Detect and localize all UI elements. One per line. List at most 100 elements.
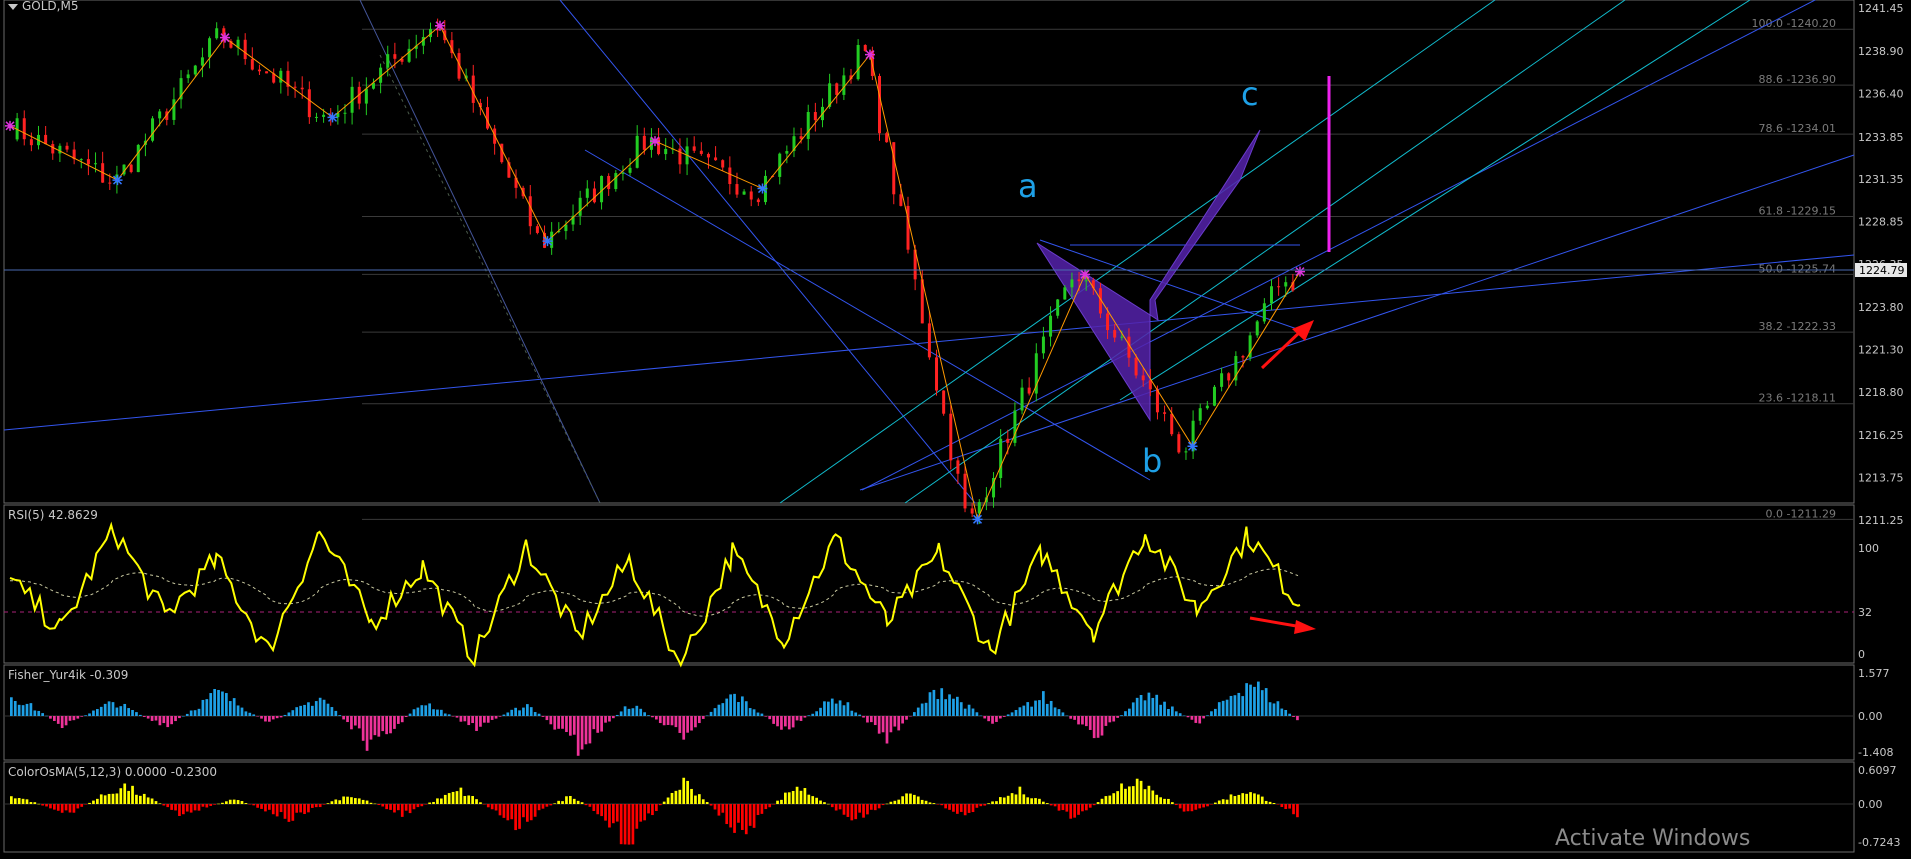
osma-bar — [553, 803, 557, 804]
osma-bar — [572, 798, 576, 804]
price-candle — [1220, 373, 1224, 387]
osma-bar — [651, 804, 654, 816]
fisher-bar — [440, 709, 443, 716]
osma-bar — [928, 802, 932, 804]
price-candle — [942, 390, 946, 414]
symbol-label[interactable]: GOLD,M5 — [8, 0, 78, 13]
fisher-bar — [666, 716, 670, 725]
osma-bar — [76, 804, 80, 809]
fisher-bar — [1116, 716, 1119, 718]
fibonacci-levels[interactable]: 100.0 -1240.20 88.6 -1236.90 78.6 -1234.01… — [362, 17, 1854, 520]
fisher-bar — [1171, 706, 1174, 716]
fisher-bar — [37, 710, 41, 716]
price-tick-label: 1223.80 — [1858, 301, 1904, 314]
fisher-bar — [1049, 700, 1053, 716]
fisher-bar — [115, 707, 119, 716]
osma-bar — [721, 804, 725, 813]
fisher-bar — [881, 716, 885, 733]
price-candle — [136, 144, 140, 173]
price-candle — [393, 54, 397, 59]
osma-bar — [643, 804, 646, 821]
osma-bar — [244, 803, 248, 804]
osma-bar — [53, 804, 56, 810]
osma-bar — [522, 804, 525, 818]
pivot-marker — [112, 175, 123, 186]
osma-bar — [576, 800, 580, 804]
fisher-bar — [318, 697, 322, 716]
osma-bar — [1260, 796, 1264, 804]
osma-bar — [1257, 794, 1260, 804]
price-tick-label: 1221.30 — [1858, 344, 1904, 357]
fisher-bar — [741, 696, 744, 716]
fisher-bar — [193, 710, 197, 716]
fisher-bar — [651, 716, 654, 718]
osma-bar — [948, 804, 951, 810]
fisher-bar — [494, 716, 498, 719]
osma-bar — [217, 803, 220, 805]
fisher-bar — [432, 709, 435, 716]
price-tick-label: 1241.45 — [1858, 2, 1904, 15]
osma-bar — [13, 798, 17, 804]
osma-bar — [1198, 804, 1202, 809]
fisher-bar — [631, 708, 635, 716]
fisher-bar — [760, 713, 764, 716]
fisher-bar — [373, 716, 377, 736]
fisher-bar — [1085, 716, 1088, 727]
fisher-bar — [1233, 695, 1237, 716]
osma-bar — [631, 804, 635, 845]
osma-bar — [1178, 804, 1182, 809]
osma-bar — [350, 797, 353, 804]
fisher-bar — [682, 716, 686, 740]
fisher-bar — [858, 714, 861, 716]
pivot-marker — [1080, 269, 1090, 280]
osma-bar — [1288, 804, 1291, 809]
rsi-down-arrow — [1249, 616, 1316, 634]
fib-level-label: 38.2 -1222.33 — [1759, 320, 1836, 333]
fisher-bar — [185, 713, 189, 716]
price-candle — [257, 69, 261, 72]
price-candle — [1269, 286, 1273, 304]
price-candle — [935, 357, 939, 391]
osma-bar — [338, 800, 342, 804]
osma-bar — [1022, 794, 1026, 804]
osma-bar — [252, 804, 256, 806]
pivot-markers — [5, 20, 1305, 525]
price-candle — [1184, 451, 1188, 453]
price-candles — [15, 18, 1295, 524]
osma-bar — [1155, 794, 1159, 804]
fisher-bar — [662, 716, 666, 726]
fisher-bar — [545, 716, 549, 721]
osma-bar — [279, 804, 283, 813]
price-candle — [721, 160, 725, 168]
fisher-bar — [338, 715, 342, 716]
fisher-bar — [799, 716, 803, 721]
price-candle — [1227, 373, 1231, 381]
fisher-bar — [107, 701, 111, 716]
fisher-bar — [1026, 702, 1030, 716]
fisher-bar — [322, 699, 326, 716]
osma-bar — [295, 804, 299, 813]
osma-bar — [526, 804, 529, 822]
price-candle — [1063, 287, 1067, 300]
fisher-bar — [909, 716, 912, 717]
osma-bar — [10, 796, 13, 804]
osma-bar — [283, 804, 287, 819]
dotted-trend-line — [379, 54, 601, 504]
fisher-bar — [615, 714, 619, 716]
trading-chart[interactable]: 100.0 -1240.20 88.6 -1236.90 78.6 -1234.01… — [0, 0, 1911, 859]
osma-axis-zero: 0.00 — [1858, 798, 1883, 811]
fisher-bar — [486, 716, 490, 723]
fisher-bar — [1257, 681, 1260, 716]
fisher-bar — [443, 713, 447, 716]
osma-bar — [330, 801, 334, 804]
price-candle — [1027, 387, 1031, 394]
osma-bar — [713, 804, 717, 810]
osma-bar — [842, 804, 846, 815]
fisher-bar — [1096, 716, 1100, 738]
fisher-bar — [1206, 715, 1209, 716]
current-price-label: 1224.79 — [1859, 264, 1905, 277]
osma-bar — [1061, 804, 1065, 811]
fisher-bar — [416, 707, 420, 716]
osma-bar — [870, 804, 873, 810]
osma-bar — [303, 804, 306, 815]
